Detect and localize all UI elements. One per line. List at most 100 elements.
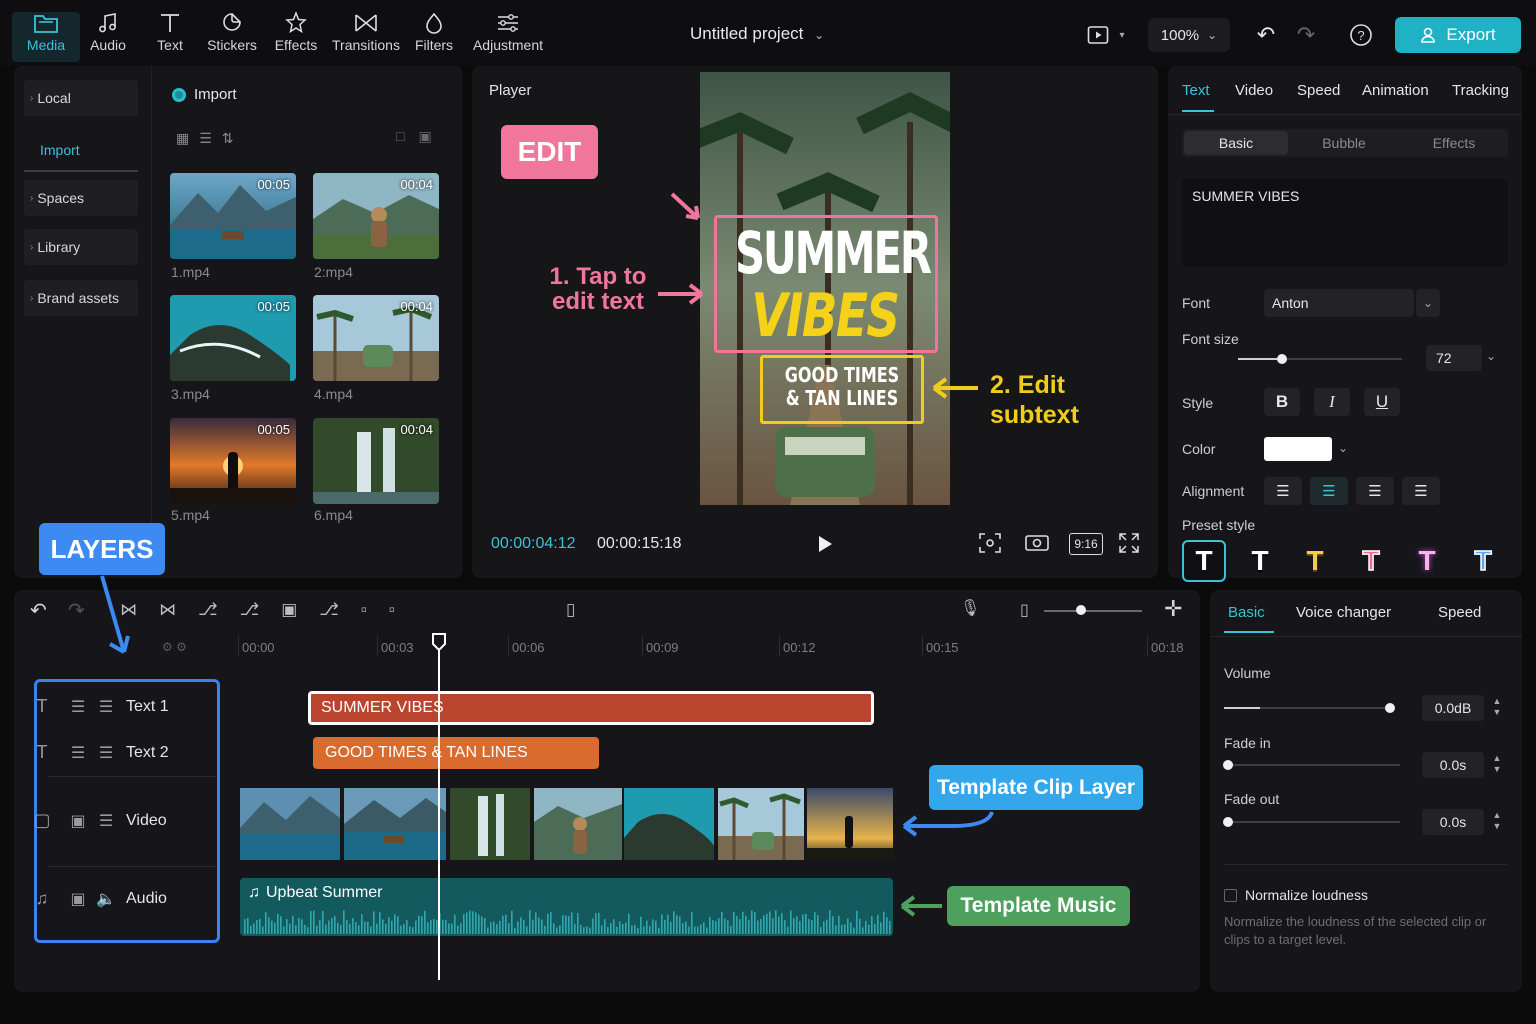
timeline-ruler[interactable]: 00:00 00:03 00:06 00:09 00:12 00:15 00:18	[14, 590, 1200, 660]
volume-input[interactable]: 0.0dB	[1422, 695, 1484, 721]
font-size-input[interactable]: 72	[1426, 345, 1482, 371]
tool-effects[interactable]: Effects	[262, 12, 330, 62]
align-center-button[interactable]: ☰	[1310, 477, 1348, 505]
tab-video[interactable]: Video	[1235, 82, 1273, 99]
fade-in-input[interactable]: 0.0s	[1422, 752, 1484, 778]
collapse-icon[interactable]: ▣	[418, 128, 431, 145]
lock-icon[interactable]: ▣	[60, 889, 96, 909]
preset-style-6[interactable]: T	[1461, 540, 1505, 582]
export-button[interactable]: Export	[1395, 17, 1521, 53]
aspect-ratio-button[interactable]: 9:16	[1069, 533, 1103, 555]
font-select[interactable]: Anton	[1264, 289, 1414, 317]
preset-style-4[interactable]: T	[1349, 540, 1393, 582]
align-justify-button[interactable]: ☰	[1402, 477, 1440, 505]
text-content-input[interactable]: SUMMER VIBES	[1182, 179, 1508, 266]
clip-text-1[interactable]: SUMMER VIBES	[308, 691, 874, 725]
layer-video[interactable]: ▢ ▣ ☰ Video	[24, 810, 210, 831]
tool-adjustment[interactable]: Adjustment	[470, 12, 546, 62]
lines-icon[interactable]: ☰	[96, 811, 116, 831]
preview-mode-button[interactable]: ▾	[1082, 18, 1130, 52]
mute-icon[interactable]: ▣	[60, 811, 96, 831]
color-swatch[interactable]	[1264, 437, 1332, 461]
fade-in-stepper[interactable]: ▲ ▼	[1488, 753, 1506, 777]
video-clip-2[interactable]	[344, 788, 446, 860]
screenshot-button[interactable]	[1024, 532, 1050, 554]
video-clip-4[interactable]	[534, 788, 622, 860]
tool-transitions[interactable]: Transitions	[330, 12, 402, 62]
clip-text-2[interactable]: GOOD TIMES & TAN LINES	[313, 737, 599, 769]
sidebar-item-spaces[interactable]: › Spaces	[24, 180, 138, 216]
volume-stepper[interactable]: ▲ ▼	[1488, 696, 1506, 720]
tab-tracking[interactable]: Tracking	[1452, 82, 1509, 99]
subtab-bubble[interactable]: Bubble	[1294, 135, 1394, 151]
chevron-down-icon[interactable]: ⌄	[1486, 349, 1496, 363]
project-title-dropdown[interactable]: Untitled project ⌄	[690, 24, 824, 44]
grid-view-icon[interactable]: ▦	[176, 130, 189, 147]
lines-icon[interactable]: ☰	[60, 743, 96, 763]
zoom-dropdown[interactable]: 100% ⌄	[1148, 18, 1230, 52]
import-button[interactable]: Import	[172, 86, 237, 103]
layer-audio[interactable]: ♫ ▣ 🔈 Audio	[24, 889, 210, 909]
video-preview[interactable]: SUMMER VIBES GOOD TIMES & TAN LINES	[700, 72, 950, 505]
tab-text[interactable]: Text	[1182, 82, 1210, 99]
chevron-down-icon[interactable]: ▼	[1488, 821, 1506, 832]
speaker-icon[interactable]: 🔈	[96, 889, 116, 909]
tab-animation[interactable]: Animation	[1362, 82, 1429, 99]
preset-style-5[interactable]: T	[1405, 540, 1449, 582]
fade-out-slider-knob[interactable]	[1223, 817, 1233, 827]
subtab-effects[interactable]: Effects	[1404, 135, 1504, 151]
tool-audio[interactable]: Audio	[74, 12, 142, 62]
normalize-loudness-toggle[interactable]: Normalize loudness	[1224, 887, 1368, 903]
sidebar-item-local[interactable]: › Local	[24, 80, 138, 116]
media-item-5[interactable]: 00:05	[170, 418, 296, 504]
media-item-2[interactable]: 00:04	[313, 173, 439, 259]
bold-button[interactable]: B	[1264, 388, 1300, 416]
lines-icon[interactable]: ☰	[96, 743, 116, 763]
media-item-3[interactable]: 00:05	[170, 295, 296, 381]
playhead-handle[interactable]	[431, 632, 447, 652]
subtab-basic[interactable]: Basic	[1184, 131, 1288, 155]
tool-stickers[interactable]: Stickers	[198, 12, 266, 62]
video-clip-6[interactable]	[718, 788, 804, 860]
chevron-up-icon[interactable]: ▲	[1488, 696, 1506, 707]
underline-button[interactable]: U	[1364, 388, 1400, 416]
align-left-button[interactable]: ☰	[1264, 477, 1302, 505]
lines-icon[interactable]: ☰	[96, 697, 116, 717]
fade-in-slider-track[interactable]	[1224, 764, 1400, 766]
font-dropdown-button[interactable]: ⌄	[1416, 289, 1440, 317]
preset-style-3[interactable]: T	[1293, 540, 1337, 582]
sidebar-item-brand-assets[interactable]: › Brand assets	[24, 280, 138, 316]
audio-clip[interactable]: ♫ Upbeat Summer	[240, 878, 893, 936]
tab-speed[interactable]: Speed	[1297, 82, 1340, 99]
layer-text-1[interactable]: T ☰ ☰ Text 1	[24, 696, 210, 717]
play-button[interactable]	[816, 534, 834, 554]
fade-in-slider-knob[interactable]	[1223, 760, 1233, 770]
media-item-1[interactable]: 00:05	[170, 173, 296, 259]
font-size-slider-knob[interactable]	[1277, 354, 1288, 364]
chevron-down-icon[interactable]: ▼	[1488, 764, 1506, 775]
tool-filters[interactable]: Filters	[400, 12, 468, 62]
fullscreen-button[interactable]	[1118, 532, 1140, 554]
tab-audio-speed[interactable]: Speed	[1438, 604, 1481, 621]
chevron-down-icon[interactable]: ⌄	[1338, 441, 1348, 455]
select-icon[interactable]: □	[396, 128, 404, 145]
layer-text-2[interactable]: T ☰ ☰ Text 2	[24, 742, 210, 763]
redo-button[interactable]: ↷	[1290, 18, 1322, 52]
sidebar-item-import[interactable]: Import	[24, 130, 138, 172]
list-view-icon[interactable]: ☰	[199, 130, 212, 147]
help-button[interactable]: ?	[1346, 18, 1376, 52]
preset-style-1[interactable]: T	[1182, 540, 1226, 582]
media-item-6[interactable]: 00:04	[313, 418, 439, 504]
video-clip-3[interactable]	[450, 788, 530, 860]
sidebar-item-library[interactable]: › Library	[24, 229, 138, 265]
undo-button[interactable]: ↶	[1250, 18, 1282, 52]
video-clip-5[interactable]	[624, 788, 714, 860]
checkbox[interactable]	[1224, 888, 1237, 902]
tool-media[interactable]: Media	[12, 12, 80, 62]
tab-voice-changer[interactable]: Voice changer	[1296, 604, 1391, 621]
video-clip-7[interactable]	[807, 788, 893, 860]
video-clip-1[interactable]	[240, 788, 340, 860]
tab-basic[interactable]: Basic	[1228, 604, 1265, 621]
chevron-down-icon[interactable]: ▼	[1488, 707, 1506, 718]
fade-out-input[interactable]: 0.0s	[1422, 809, 1484, 835]
